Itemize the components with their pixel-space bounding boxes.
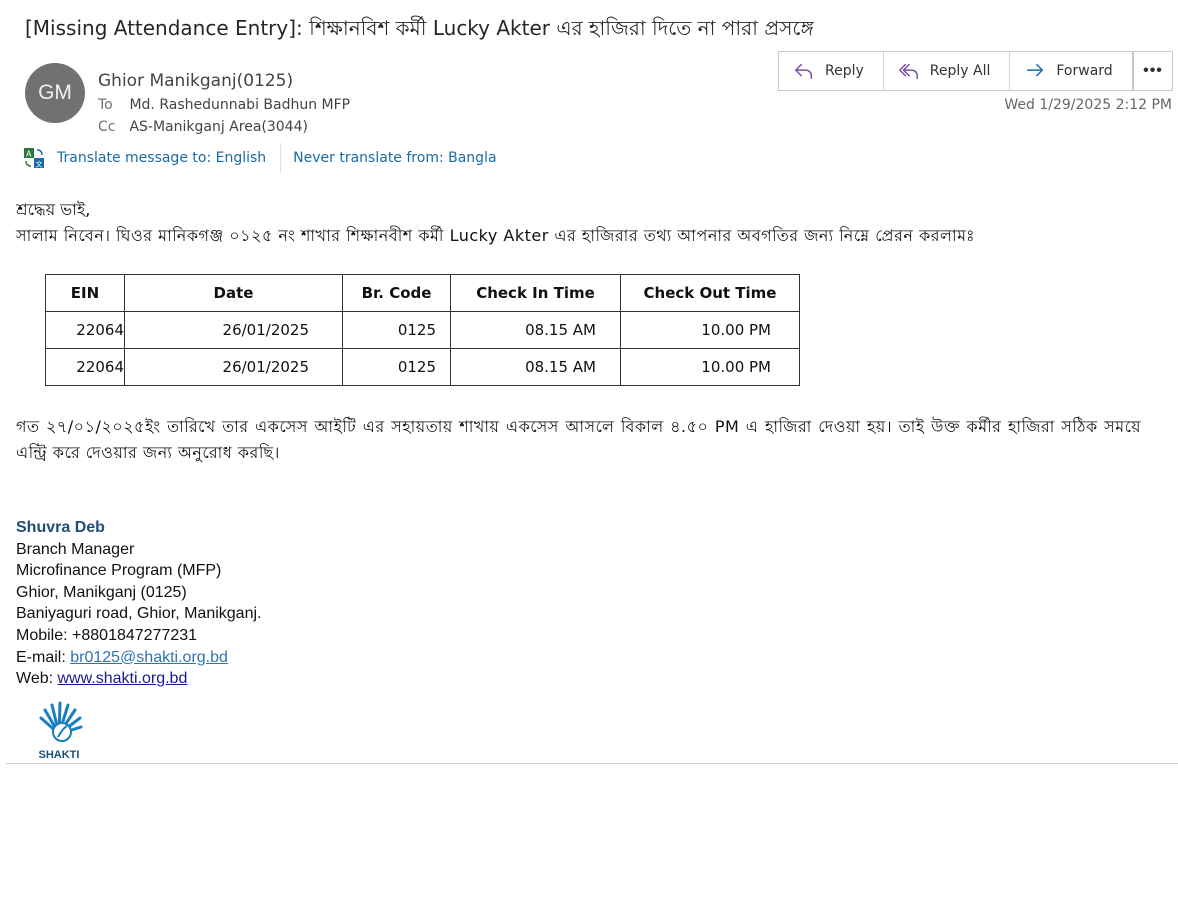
- cell-check-out: 10.00 PM: [620, 348, 800, 386]
- cell-check-in: 08.15 AM: [450, 348, 621, 386]
- header-date: Date: [124, 274, 343, 312]
- signature-web-line: Web: www.shakti.org.bd: [16, 668, 261, 690]
- signature-program: Microfinance Program (MFP): [16, 562, 222, 580]
- reply-button[interactable]: Reply: [779, 52, 884, 90]
- translate-bar: A 文 Translate message to: English Never …: [23, 143, 497, 173]
- cell-ein: 22064: [45, 311, 125, 349]
- more-actions-button[interactable]: •••: [1133, 51, 1173, 91]
- forward-label: Forward: [1056, 63, 1113, 79]
- intro-line: সালাম নিবেন। ঘিওর মানিকগঞ্জ ০১২৫ নং শাখা…: [16, 226, 976, 245]
- email-subject: [Missing Attendance Entry]: শিক্ষানবিশ ক…: [25, 16, 814, 40]
- header-check-in: Check In Time: [450, 274, 621, 312]
- greeting: শ্রদ্ধেয় ভাই,: [16, 200, 91, 219]
- table-header-row: EIN Date Br. Code Check In Time Check Ou…: [45, 274, 800, 312]
- reply-icon: [795, 63, 813, 80]
- cc-recipients: Cc AS-Manikganj Area(3044): [98, 119, 308, 135]
- logo-text: SHAKTI: [39, 749, 80, 761]
- sender-avatar: GM: [25, 63, 85, 123]
- forward-icon: [1027, 63, 1044, 77]
- received-date: Wed 1/29/2025 2:12 PM: [1004, 97, 1172, 113]
- signature-name: Shuvra Deb: [16, 519, 105, 536]
- signature-branch: Ghior, Manikganj (0125): [16, 583, 187, 601]
- translate-icon: A 文: [24, 148, 44, 169]
- cell-br-code: 0125: [342, 311, 451, 349]
- web-link[interactable]: www.shakti.org.bd: [58, 670, 188, 687]
- sender-name[interactable]: Ghior Manikganj(0125): [98, 71, 293, 91]
- forward-button[interactable]: Forward: [1010, 52, 1131, 90]
- signature-email-line: E-mail: br0125@shakti.org.bd: [16, 647, 261, 669]
- table-row: 22064 26/01/2025 0125 08.15 AM 10.00 PM: [45, 348, 800, 386]
- email-link[interactable]: br0125@shakti.org.bd: [70, 649, 228, 666]
- translate-to-link[interactable]: Translate message to: English: [57, 150, 266, 166]
- message-divider: [6, 763, 1178, 764]
- to-recipient[interactable]: Md. Rashedunnabi Badhun MFP: [129, 97, 350, 113]
- reply-all-label: Reply All: [929, 63, 991, 79]
- cell-date: 26/01/2025: [124, 311, 343, 349]
- svg-text:文: 文: [36, 160, 43, 169]
- table-row: 22064 26/01/2025 0125 08.15 AM 10.00 PM: [45, 311, 800, 349]
- signature-block: Shuvra Deb Branch Manager Microfinance P…: [16, 517, 261, 690]
- to-recipients: To Md. Rashedunnabi Badhun MFP: [98, 97, 350, 113]
- email-label: E-mail:: [16, 648, 71, 666]
- message-actions: Reply Reply All Forward: [778, 51, 1133, 91]
- to-label: To: [98, 97, 113, 113]
- reply-all-button[interactable]: Reply All: [884, 52, 1011, 90]
- header-br-code: Br. Code: [342, 274, 451, 312]
- translate-divider: [280, 143, 282, 173]
- attendance-table: EIN Date Br. Code Check In Time Check Ou…: [45, 274, 800, 386]
- cell-br-code: 0125: [342, 348, 451, 386]
- header-ein: EIN: [45, 274, 125, 312]
- reply-all-icon: [898, 63, 918, 80]
- cc-recipient[interactable]: AS-Manikganj Area(3044): [129, 119, 308, 135]
- cell-check-in: 08.15 AM: [450, 311, 621, 349]
- cell-date: 26/01/2025: [124, 348, 343, 386]
- reply-label: Reply: [825, 63, 864, 79]
- signature-title: Branch Manager: [16, 540, 135, 558]
- header-check-out: Check Out Time: [620, 274, 800, 312]
- cc-label: Cc: [98, 119, 116, 135]
- web-label: Web:: [16, 670, 58, 688]
- signature-mobile: Mobile: +8801847277231: [16, 626, 198, 644]
- cell-ein: 22064: [45, 348, 125, 386]
- signature-address: Baniyaguri road, Ghior, Manikganj.: [16, 605, 262, 623]
- never-translate-link[interactable]: Never translate from: Bangla: [293, 150, 496, 166]
- request-paragraph: গত ২৭/০১/২০২৫ইং তারিখে তার একসেস আইটি এর…: [16, 417, 1141, 462]
- svg-text:A: A: [26, 150, 32, 159]
- cell-check-out: 10.00 PM: [620, 311, 800, 349]
- shakti-logo: SHAKTI: [39, 701, 83, 761]
